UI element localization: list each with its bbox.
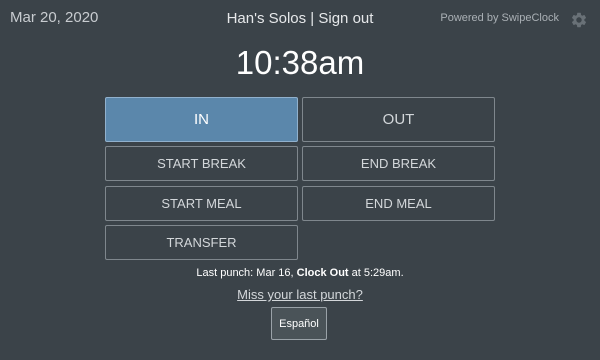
last-punch-prefix: Last punch: Mar 16,	[196, 267, 297, 279]
last-punch-status: Last punch: Mar 16, Clock Out at 5:29am.	[0, 267, 600, 279]
end-break-button[interactable]: END BREAK	[302, 146, 495, 181]
in-button[interactable]: IN	[105, 97, 298, 142]
start-break-button[interactable]: START BREAK	[105, 146, 298, 181]
current-date: Mar 20, 2020	[10, 9, 99, 26]
miss-punch-row: Miss your last punch?	[0, 287, 600, 302]
user-name: Han's Solos	[226, 10, 307, 27]
last-punch-suffix: at 5:29am.	[348, 267, 404, 279]
sign-out-link[interactable]: Sign out	[318, 10, 373, 27]
language-button[interactable]: Español	[271, 307, 327, 340]
powered-by-label: Powered by SwipeClock	[440, 12, 559, 24]
current-time: 10:38am	[235, 44, 365, 81]
start-meal-button[interactable]: START MEAL	[105, 186, 298, 221]
gear-icon[interactable]	[570, 11, 588, 29]
last-punch-action: Clock Out	[296, 267, 349, 279]
end-meal-button[interactable]: END MEAL	[302, 186, 495, 221]
user-separator: |	[306, 10, 319, 27]
miss-punch-link[interactable]: Miss your last punch?	[237, 287, 363, 302]
transfer-button[interactable]: TRANSFER	[105, 225, 298, 260]
out-button[interactable]: OUT	[302, 97, 495, 142]
